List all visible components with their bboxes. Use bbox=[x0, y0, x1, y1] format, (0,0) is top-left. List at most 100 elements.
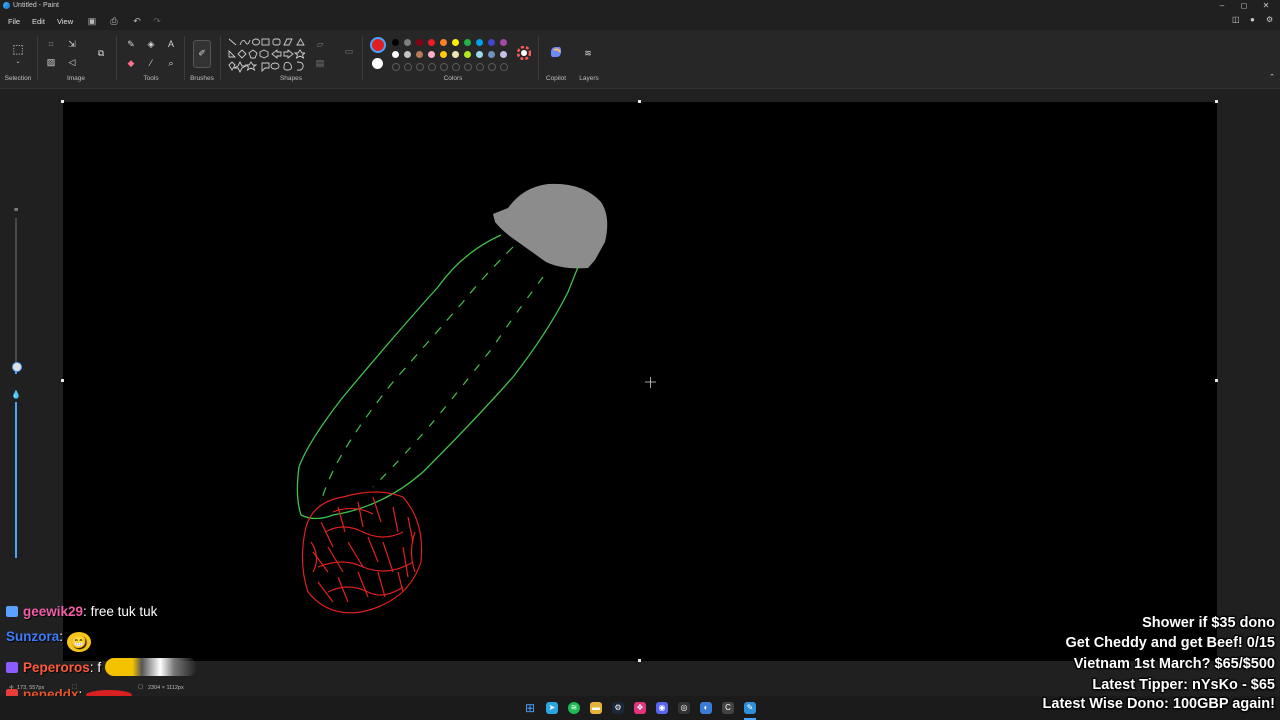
custom-color-slot[interactable] bbox=[440, 63, 448, 71]
custom-color-slot[interactable] bbox=[404, 63, 412, 71]
eraser-icon[interactable]: ◆ bbox=[125, 57, 137, 69]
account-icon[interactable]: ● bbox=[1250, 15, 1255, 24]
custom-color-slot[interactable] bbox=[476, 63, 484, 71]
group-label-brushes: Brushes bbox=[190, 75, 214, 82]
windows-start-icon[interactable]: ⊞ bbox=[524, 702, 536, 714]
save-icon[interactable]: ▣ bbox=[86, 15, 98, 27]
color-swatch[interactable] bbox=[416, 39, 423, 46]
discord-icon[interactable]: ◉ bbox=[656, 702, 668, 714]
color-swatch[interactable] bbox=[404, 51, 411, 58]
color-swatch[interactable] bbox=[428, 39, 435, 46]
selection-dropdown-icon[interactable]: ⌄ bbox=[12, 56, 24, 68]
shape-fill-dropdown-icon[interactable]: ▤ bbox=[314, 57, 326, 69]
brush-size-knob[interactable] bbox=[12, 362, 22, 372]
shapes-gallery[interactable] bbox=[227, 37, 305, 75]
edit-colors-icon[interactable] bbox=[517, 46, 531, 60]
resize-icon[interactable]: ⇲ bbox=[66, 38, 78, 50]
obs-icon[interactable]: ◎ bbox=[678, 702, 690, 714]
minimize-button[interactable]: – bbox=[1212, 0, 1232, 12]
resize-handle[interactable] bbox=[1215, 100, 1218, 103]
secondary-color-swatch[interactable] bbox=[372, 58, 383, 69]
rotate-icon[interactable]: ◁ bbox=[66, 56, 78, 68]
resize-handle[interactable] bbox=[1215, 379, 1218, 382]
menu-bar: File Edit View ▣ ⎙ ↶ ↷ ◫ ● ⚙ bbox=[0, 13, 1280, 29]
crop-icon[interactable]: ⌗ bbox=[45, 38, 57, 50]
telegram-icon[interactable]: ➤ bbox=[546, 702, 558, 714]
brushes-button[interactable]: ✐ bbox=[193, 40, 211, 68]
resize-handle[interactable] bbox=[61, 100, 64, 103]
custom-color-slot[interactable] bbox=[500, 63, 508, 71]
opacity-icon: 💧 bbox=[11, 390, 21, 399]
primary-color-swatch[interactable] bbox=[370, 37, 386, 53]
color-swatch[interactable] bbox=[428, 51, 435, 58]
layers-icon[interactable]: ≋ bbox=[582, 47, 594, 59]
browser-icon[interactable]: ◐ bbox=[700, 702, 712, 714]
pencil-icon[interactable]: ✎ bbox=[125, 38, 137, 50]
fill-icon[interactable]: ◈ bbox=[145, 38, 157, 50]
custom-color-slot[interactable] bbox=[452, 63, 460, 71]
spotify-icon[interactable]: ≋ bbox=[568, 702, 580, 714]
feedback-icon[interactable]: ◫ bbox=[1232, 15, 1240, 24]
remove-background-icon[interactable]: ▨ bbox=[45, 56, 57, 68]
app-icon[interactable]: C bbox=[722, 702, 734, 714]
share-icon[interactable]: ⎙ bbox=[108, 15, 120, 27]
color-swatch[interactable] bbox=[404, 39, 411, 46]
resize-handle[interactable] bbox=[638, 659, 641, 662]
color-swatch[interactable] bbox=[392, 39, 399, 46]
custom-color-slot[interactable] bbox=[428, 63, 436, 71]
settings-icon[interactable]: ⚙ bbox=[1266, 15, 1273, 24]
color-swatch[interactable] bbox=[440, 39, 447, 46]
title-bar: Untitled - Paint – ◻ ✕ bbox=[0, 0, 1280, 12]
color-swatch[interactable] bbox=[488, 51, 495, 58]
image-select-icon[interactable]: ⧉ bbox=[95, 47, 107, 59]
color-swatch[interactable] bbox=[464, 39, 471, 46]
canvas-drawing bbox=[296, 183, 656, 614]
color-swatch[interactable] bbox=[476, 39, 483, 46]
ribbon-divider bbox=[362, 36, 363, 80]
color-swatch[interactable] bbox=[476, 51, 483, 58]
brush-size-track[interactable] bbox=[15, 218, 17, 366]
resize-handle[interactable] bbox=[61, 379, 64, 382]
steam-icon[interactable]: ⚙ bbox=[612, 702, 624, 714]
copilot-icon[interactable] bbox=[549, 45, 563, 59]
file-explorer-icon[interactable]: ▬ bbox=[590, 702, 602, 714]
maximize-button[interactable]: ◻ bbox=[1234, 0, 1254, 12]
color-swatch[interactable] bbox=[452, 51, 459, 58]
close-button[interactable]: ✕ bbox=[1256, 0, 1276, 12]
ribbon-divider bbox=[538, 36, 539, 80]
color-swatch[interactable] bbox=[452, 39, 459, 46]
custom-color-slot[interactable] bbox=[392, 63, 400, 71]
ribbon-collapse-icon[interactable]: ⌃ bbox=[1266, 72, 1278, 84]
shape-outline-icon[interactable]: ▱ bbox=[314, 38, 326, 50]
paint-taskbar-icon[interactable]: ✎ bbox=[744, 702, 756, 714]
redo-icon[interactable]: ↷ bbox=[151, 15, 163, 27]
color-swatch[interactable] bbox=[416, 51, 423, 58]
color-swatch[interactable] bbox=[500, 51, 507, 58]
ribbon-divider bbox=[37, 36, 38, 80]
app-icon[interactable]: ❖ bbox=[634, 702, 646, 714]
color-picker-icon[interactable]: ⁄ bbox=[145, 57, 157, 69]
custom-color-slot[interactable] bbox=[416, 63, 424, 71]
menu-edit[interactable]: Edit bbox=[32, 17, 45, 26]
color-swatch[interactable] bbox=[488, 39, 495, 46]
shape-fill-icon[interactable]: ▭ bbox=[343, 45, 355, 57]
custom-color-slot[interactable] bbox=[464, 63, 472, 71]
opacity-fill[interactable] bbox=[15, 402, 17, 558]
menu-view[interactable]: View bbox=[57, 17, 73, 26]
color-swatch[interactable] bbox=[392, 51, 399, 58]
selection-rectangle-icon[interactable]: ⬚ bbox=[12, 43, 24, 55]
resize-handle[interactable] bbox=[638, 100, 641, 103]
custom-color-slot[interactable] bbox=[488, 63, 496, 71]
magnifier-icon[interactable]: ⌕ bbox=[165, 57, 177, 69]
drawing-canvas[interactable] bbox=[63, 102, 1217, 661]
chat-username: Sunzora bbox=[6, 629, 60, 644]
color-swatch[interactable] bbox=[500, 39, 507, 46]
color-swatch[interactable] bbox=[464, 51, 471, 58]
undo-icon[interactable]: ↶ bbox=[131, 15, 143, 27]
color-swatch[interactable] bbox=[440, 51, 447, 58]
text-icon[interactable]: A bbox=[165, 38, 177, 50]
canvas-size: 2304 × 1112px bbox=[148, 685, 184, 691]
menu-file[interactable]: File bbox=[8, 17, 20, 26]
emote-grin-icon: 😁 bbox=[66, 632, 91, 652]
chat-message: Sunzora: 😁 bbox=[6, 629, 91, 652]
